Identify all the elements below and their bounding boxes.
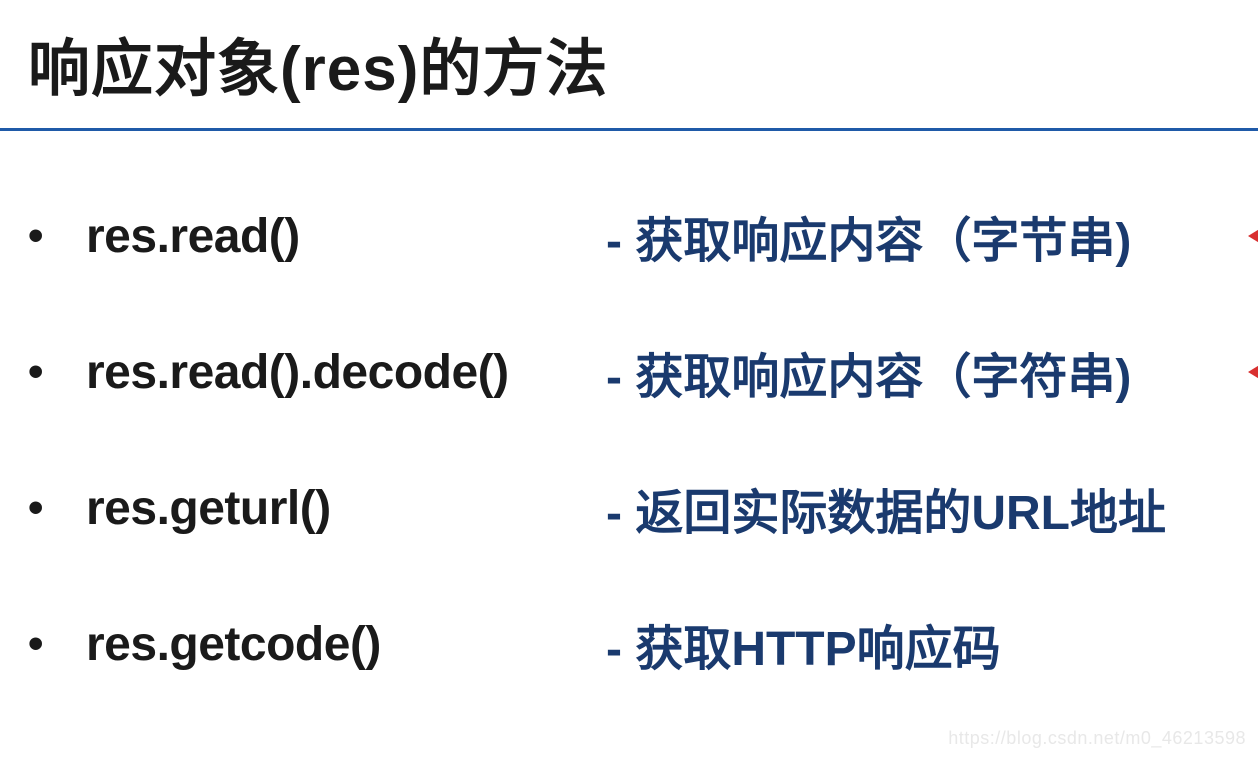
bullet-icon: • [28, 214, 86, 258]
list-item: • res.read().decode() - 获取响应内容（字符串) [28, 337, 1258, 407]
bullet-icon: • [28, 622, 86, 666]
method-description: - 返回实际数据的URL地址 [606, 473, 1258, 543]
watermark-text: https://blog.csdn.net/m0_46213598 [948, 728, 1246, 749]
method-name: res.geturl() [86, 481, 606, 536]
desc-text: - 获取响应内容（字节串) [606, 215, 1131, 268]
list-item: • res.geturl() - 返回实际数据的URL地址 [28, 473, 1258, 543]
method-name: res.getcode() [86, 617, 606, 672]
content-list: • res.read() - 获取响应内容（字节串) • res.read().… [0, 201, 1258, 679]
highlight-arrow-icon [1248, 225, 1258, 247]
bullet-icon: • [28, 486, 86, 530]
method-description: - 获取响应内容（字节串) [606, 201, 1258, 271]
bullet-icon: • [28, 350, 86, 394]
list-item: • res.getcode() - 获取HTTP响应码 [28, 609, 1258, 679]
slide-title: 响应对象(res)的方法 [0, 0, 1258, 128]
list-item: • res.read() - 获取响应内容（字节串) [28, 201, 1258, 271]
desc-text: - 返回实际数据的URL地址 [606, 487, 1166, 540]
method-description: - 获取HTTP响应码 [606, 609, 1258, 679]
desc-text: - 获取响应内容（字符串) [606, 351, 1131, 404]
method-name: res.read().decode() [86, 345, 606, 400]
desc-text: - 获取HTTP响应码 [606, 623, 1001, 676]
highlight-arrow-icon [1248, 361, 1258, 383]
method-name: res.read() [86, 209, 606, 264]
method-description: - 获取响应内容（字符串) [606, 337, 1258, 407]
title-divider [0, 128, 1258, 131]
